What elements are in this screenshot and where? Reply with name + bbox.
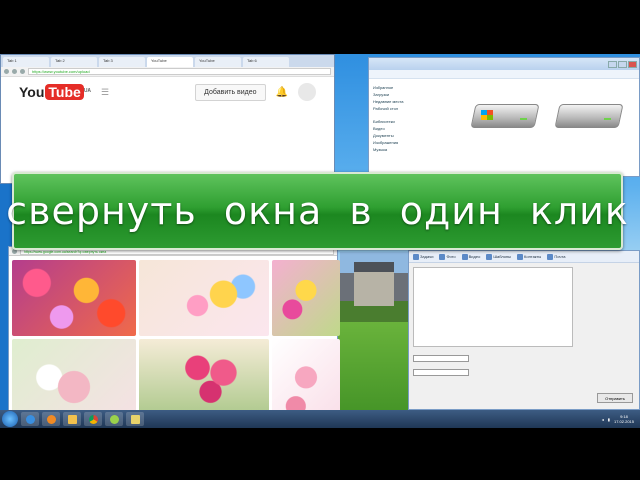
desktop-screenshot: Tab 1 Tab 2 Tab 3 YouTube YouTube Tab 6 …: [0, 54, 640, 428]
reload-icon[interactable]: [20, 69, 25, 74]
taskbar-item-chrome[interactable]: [84, 412, 102, 426]
mail-select[interactable]: [413, 355, 469, 362]
back-icon[interactable]: [4, 69, 9, 74]
image-search-window[interactable]: https://www.google.com.ua/search?q=сверн…: [8, 246, 340, 428]
browser-toolbar: https://www.youtube.com/upload: [1, 67, 334, 77]
clock-date: 17.02.2015: [613, 419, 634, 424]
mail-toolbar: Задачи Фото Видео Шаблоны Контакты Почта: [409, 251, 639, 263]
browser-tab[interactable]: Tab 3: [99, 57, 145, 67]
sidebar-item[interactable]: Изображения: [373, 139, 453, 146]
sidebar-item[interactable]: Видео: [373, 125, 453, 132]
browser-tab[interactable]: YouTube: [195, 57, 241, 67]
mail-window[interactable]: Задачи Фото Видео Шаблоны Контакты Почта…: [408, 250, 640, 410]
send-button[interactable]: Отправить: [597, 393, 633, 403]
forward-icon[interactable]: [12, 69, 17, 74]
taskbar-item-firefox[interactable]: [42, 412, 60, 426]
explorer-window[interactable]: Избранное Загрузки Недавние места Рабочи…: [368, 57, 640, 177]
start-button[interactable]: [2, 411, 18, 427]
address-bar[interactable]: https://www.youtube.com/upload: [28, 68, 331, 75]
image-results-grid: [9, 257, 340, 428]
taskbar: ◂ ▮ 9:18 17.02.2015: [0, 410, 640, 428]
sidebar-item[interactable]: Недавние места: [373, 98, 453, 105]
mail-body-field[interactable]: [413, 267, 573, 347]
sidebar-item[interactable]: Загрузки: [373, 91, 453, 98]
hard-drive-icon[interactable]: [470, 98, 540, 134]
flower-image-result[interactable]: [272, 260, 340, 336]
upload-video-button[interactable]: Добавить видео: [195, 83, 266, 101]
taskbar-item-app[interactable]: [105, 412, 123, 426]
taskbar-item-app[interactable]: [126, 412, 144, 426]
browser-tab[interactable]: Tab 1: [3, 57, 49, 67]
mail-toolbar-item[interactable]: Задачи: [413, 253, 433, 260]
letterbox-top: [0, 0, 640, 54]
youtube-browser-window[interactable]: Tab 1 Tab 2 Tab 3 YouTube YouTube Tab 6 …: [0, 54, 335, 184]
browser-tab[interactable]: Tab 6: [243, 57, 289, 67]
clock[interactable]: 9:18 17.02.2015: [614, 414, 634, 424]
mail-toolbar-item[interactable]: Шаблоны: [486, 253, 511, 260]
explorer-titlebar: [369, 58, 639, 70]
mail-side-panel: [577, 267, 635, 347]
close-icon[interactable]: [628, 60, 637, 68]
youtube-header: You Tube UA ☰ Добавить видео 🔔: [1, 77, 334, 107]
youtube-region: UA: [83, 88, 92, 94]
mail-toolbar-item[interactable]: Контакты: [517, 253, 541, 260]
network-icon[interactable]: ▮: [608, 417, 610, 422]
minimize-icon[interactable]: [608, 60, 617, 68]
taskbar-item-ie[interactable]: [21, 412, 39, 426]
explorer-toolbar: [369, 70, 639, 79]
mail-toolbar-item[interactable]: Фото: [439, 253, 456, 260]
mail-toolbar-item[interactable]: Видео: [461, 253, 480, 260]
sidebar-item[interactable]: Музыка: [373, 146, 453, 153]
youtube-logo[interactable]: You Tube UA: [19, 84, 91, 100]
menu-icon[interactable]: ☰: [101, 87, 109, 98]
letterbox-bottom: [0, 428, 640, 480]
browser-tab[interactable]: Tab 2: [51, 57, 97, 67]
sidebar-item[interactable]: Рабочий стол: [373, 105, 453, 112]
system-tray: ◂ ▮ 9:18 17.02.2015: [602, 414, 640, 424]
explorer-sidebar: Избранное Загрузки Недавние места Рабочи…: [373, 84, 453, 153]
maximize-icon[interactable]: [618, 60, 627, 68]
avatar[interactable]: [298, 83, 316, 101]
mail-toolbar-item[interactable]: Почта: [547, 253, 565, 260]
youtube-logo-tube: Tube: [45, 84, 84, 100]
browser-tab-active[interactable]: YouTube: [147, 57, 193, 67]
taskbar-item-folder[interactable]: [63, 412, 81, 426]
youtube-logo-you: You: [19, 84, 45, 100]
browser-tab-strip: Tab 1 Tab 2 Tab 3 YouTube YouTube Tab 6: [1, 55, 334, 67]
banner-text: свернуть окна в один клик: [6, 189, 629, 233]
mail-select[interactable]: [413, 369, 469, 376]
sidebar-item[interactable]: Избранное: [373, 84, 453, 91]
flower-image-result[interactable]: [139, 260, 269, 336]
sidebar-item[interactable]: Документы: [373, 132, 453, 139]
hard-drive-icon[interactable]: [554, 98, 624, 134]
title-banner: свернуть окна в один клик: [6, 172, 628, 250]
mail-options-row: [413, 369, 469, 376]
flower-image-result[interactable]: [12, 260, 136, 336]
mail-options-row: [413, 355, 469, 362]
window-controls: [608, 60, 639, 68]
sidebar-item[interactable]: Библиотеки: [373, 118, 453, 125]
house-photo: [340, 252, 408, 322]
bell-icon[interactable]: 🔔: [276, 87, 288, 98]
volume-icon[interactable]: ◂: [602, 417, 604, 422]
